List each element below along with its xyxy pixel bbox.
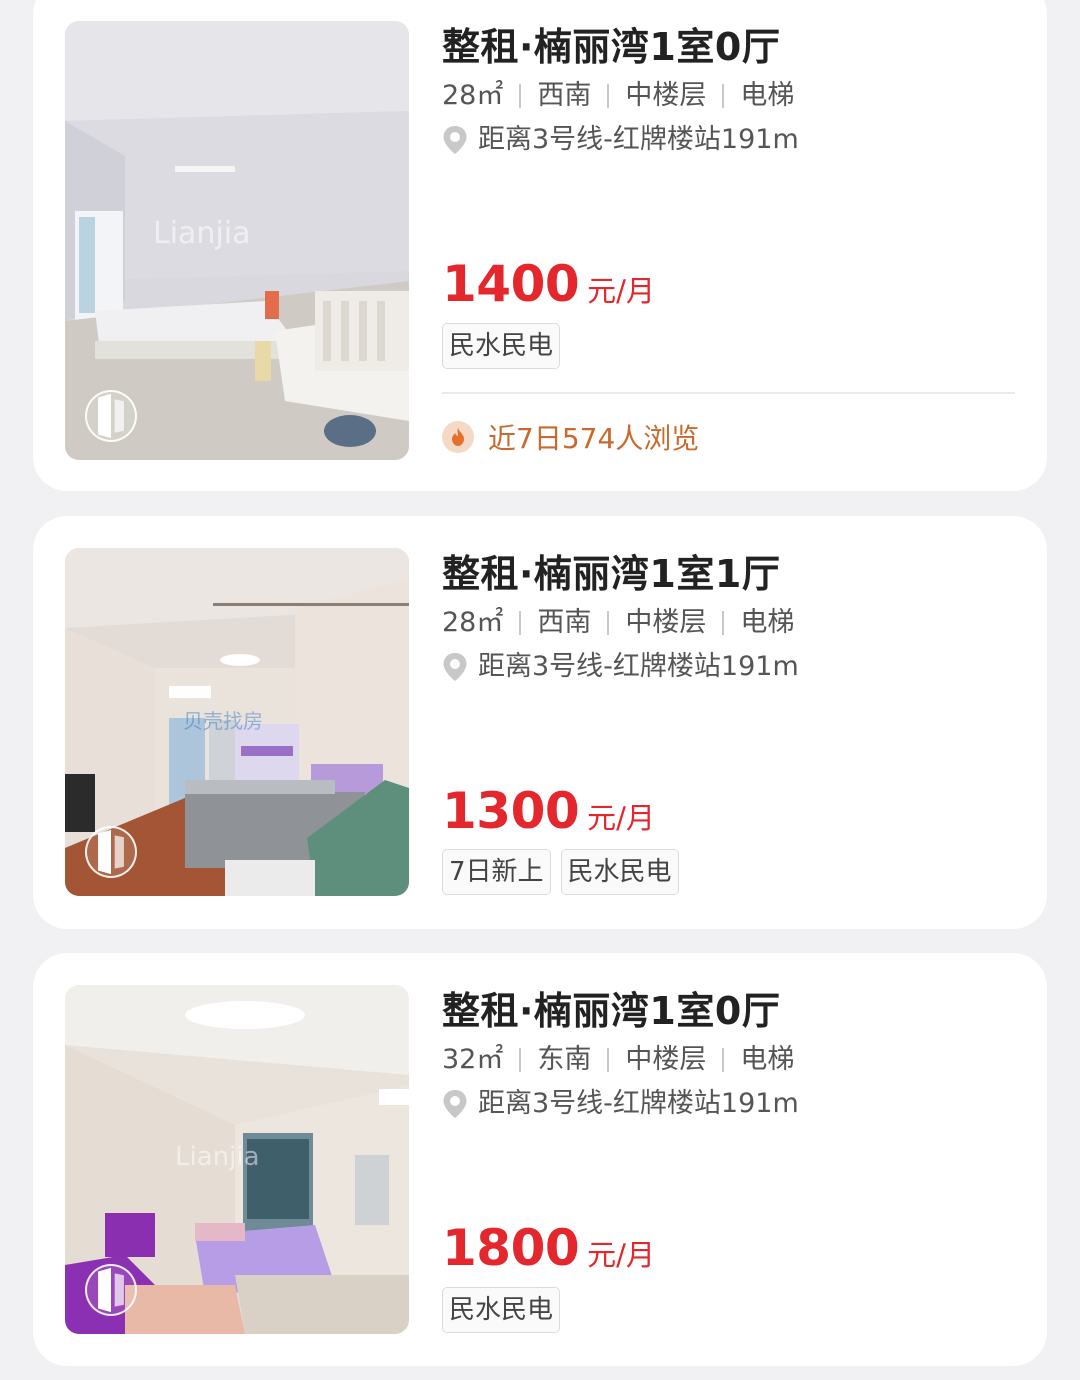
location-pin-icon (442, 652, 468, 682)
divider-line (442, 392, 1015, 394)
orientation: 西南 (537, 607, 592, 638)
vr-view-icon[interactable] (85, 826, 137, 878)
divider (519, 84, 522, 108)
listing-card[interactable]: Lianjia 整租·楠丽湾1室0厅 28㎡ 西南 中楼层 电梯 距离3号线-红… (33, 0, 1047, 491)
watermark: Lianjia (175, 1142, 260, 1172)
elevator: 电梯 (740, 80, 795, 111)
elevator: 电梯 (740, 1044, 795, 1075)
view-count-row: 近7日574人浏览 (442, 417, 699, 457)
vr-view-icon[interactable] (85, 1264, 137, 1316)
location-pin-icon (442, 125, 468, 155)
watermark: 贝壳找房 (183, 709, 263, 733)
location-row: 距离3号线-红牌楼站191m (442, 1085, 1015, 1123)
listing-photo[interactable]: Lianjia (65, 985, 409, 1334)
listing-info: 整租·楠丽湾1室0厅 32㎡ 东南 中楼层 电梯 距离3号线-红牌楼站191m … (442, 987, 1015, 1346)
floor: 中楼层 (625, 1044, 707, 1075)
orientation: 东南 (537, 1044, 592, 1075)
price: 1400 元/月 (442, 255, 655, 313)
divider (722, 84, 725, 108)
vr-view-icon[interactable] (85, 390, 137, 442)
tag-list: 民水民电 (442, 323, 570, 369)
listing-specs: 28㎡ 西南 中楼层 电梯 (442, 77, 1015, 115)
divider (607, 611, 610, 635)
view-count-text: 近7日574人浏览 (488, 422, 700, 455)
price-value: 1800 (442, 1219, 580, 1277)
tag: 民水民电 (442, 1287, 561, 1333)
divider (519, 611, 522, 635)
price-unit: 元/月 (587, 801, 655, 835)
listing-specs: 28㎡ 西南 中楼层 电梯 (442, 604, 1015, 642)
area: 32㎡ (442, 1044, 504, 1075)
flame-icon (442, 421, 474, 453)
tag-list: 民水民电 (442, 1287, 570, 1333)
tag: 民水民电 (560, 849, 679, 895)
listing-photo[interactable]: 贝壳找房 (65, 548, 409, 896)
divider (607, 84, 610, 108)
listing-card[interactable]: 贝壳找房 整租·楠丽湾1室1厅 28㎡ 西南 中楼层 电梯 距离3号线-红牌楼站… (33, 516, 1047, 929)
location-pin-icon (442, 1089, 468, 1119)
price-unit: 元/月 (587, 274, 655, 308)
floor: 中楼层 (625, 80, 707, 111)
location-row: 距离3号线-红牌楼站191m (442, 121, 1015, 159)
listing-specs: 32㎡ 东南 中楼层 电梯 (442, 1041, 1015, 1079)
price: 1800 元/月 (442, 1219, 655, 1277)
divider (519, 1048, 522, 1072)
divider (607, 1048, 610, 1072)
listing-title[interactable]: 整租·楠丽湾1室0厅 (442, 23, 1015, 71)
price-value: 1400 (442, 255, 580, 313)
listing-photo[interactable]: Lianjia (65, 21, 409, 460)
elevator: 电梯 (740, 607, 795, 638)
location-text: 距离3号线-红牌楼站191m (478, 1088, 799, 1119)
tag-list: 7日新上 民水民电 (442, 849, 689, 895)
location-text: 距离3号线-红牌楼站191m (478, 651, 799, 682)
tag: 7日新上 (442, 849, 551, 895)
price-unit: 元/月 (587, 1238, 655, 1272)
location-row: 距离3号线-红牌楼站191m (442, 648, 1015, 686)
floor: 中楼层 (625, 607, 707, 638)
divider (722, 611, 725, 635)
divider (722, 1048, 725, 1072)
price: 1300 元/月 (442, 782, 655, 840)
watermark: Lianjia (153, 216, 251, 251)
listing-info: 整租·楠丽湾1室0厅 28㎡ 西南 中楼层 电梯 距离3号线-红牌楼站191m … (442, 23, 1015, 471)
location-text: 距离3号线-红牌楼站191m (478, 124, 799, 155)
area: 28㎡ (442, 80, 504, 111)
tag: 民水民电 (442, 323, 561, 369)
listing-title[interactable]: 整租·楠丽湾1室0厅 (442, 987, 1015, 1035)
listing-card[interactable]: Lianjia 整租·楠丽湾1室0厅 32㎡ 东南 中楼层 电梯 距离3号线-红… (33, 953, 1047, 1366)
price-value: 1300 (442, 782, 580, 840)
listing-info: 整租·楠丽湾1室1厅 28㎡ 西南 中楼层 电梯 距离3号线-红牌楼站191m … (442, 550, 1015, 909)
listing-title[interactable]: 整租·楠丽湾1室1厅 (442, 550, 1015, 598)
area: 28㎡ (442, 607, 504, 638)
orientation: 西南 (537, 80, 592, 111)
